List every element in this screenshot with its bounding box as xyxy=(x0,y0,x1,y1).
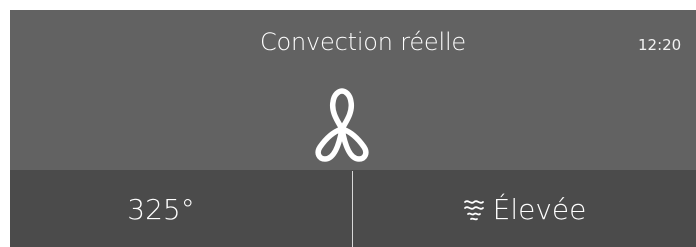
heat-waves-icon xyxy=(463,200,484,221)
oven-display: Convection réelle 12:20 325° Élevée xyxy=(10,10,696,247)
clock-time: 12:20 xyxy=(638,36,682,54)
fan-level-button[interactable]: Élevée xyxy=(353,171,696,247)
fan-level-value: Élevée xyxy=(492,192,587,226)
mode-panel: Convection réelle 12:20 xyxy=(10,10,696,170)
fan-icon xyxy=(315,88,369,162)
control-bar: 325° Élevée xyxy=(10,171,696,247)
mode-title: Convection réelle xyxy=(260,28,466,56)
temperature-button[interactable]: 325° xyxy=(10,171,353,247)
temperature-value: 325° xyxy=(127,192,195,226)
